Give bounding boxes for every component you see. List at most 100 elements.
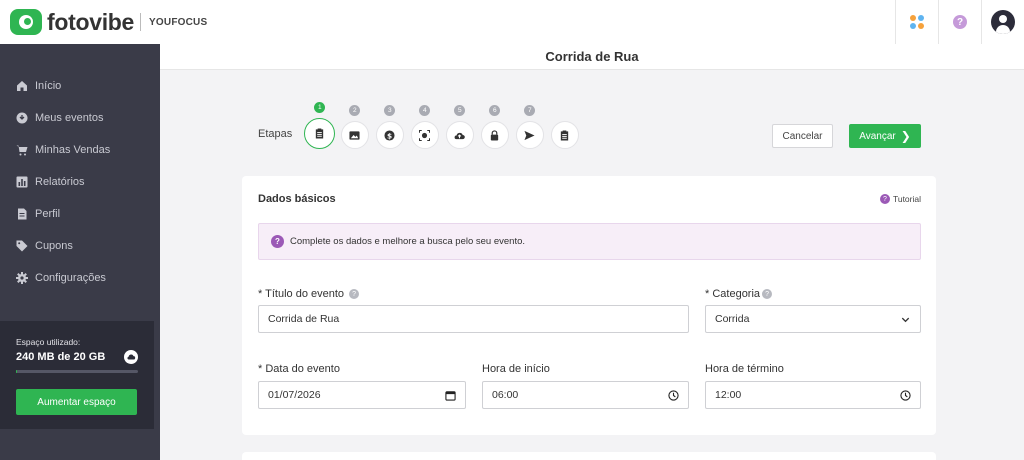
category-label: * Categoria ?: [705, 288, 773, 300]
storage-value: 240 MB de 20 GB: [16, 351, 106, 363]
storage-label: Espaço utilizado:: [16, 337, 81, 347]
event-title-input[interactable]: Corrida de Rua: [258, 305, 689, 333]
event-date-label-text: * Data do evento: [258, 363, 340, 375]
sidebar-item-label: Início: [35, 80, 62, 92]
home-icon: [16, 80, 28, 92]
step-2[interactable]: 2: [337, 105, 372, 149]
chevron-right-icon: ❯: [900, 129, 911, 143]
face-scan-icon: [410, 121, 439, 149]
sidebar-item-meus-eventos[interactable]: Meus eventos: [0, 102, 160, 134]
event-title-value: Corrida de Rua: [268, 313, 340, 325]
step-number: 2: [349, 105, 361, 116]
increase-storage-button[interactable]: Aumentar espaço: [16, 389, 137, 415]
sidebar-item-relatorios[interactable]: Relatórios: [0, 166, 160, 198]
brand-logo[interactable]: fotovibe YOUFOCUS: [10, 9, 207, 36]
steps-bar: Etapas 1 2 3 $ 4 5 6 7: [258, 102, 582, 149]
brand-name: fotovibe: [47, 8, 135, 35]
next-button[interactable]: Avançar ❯: [849, 124, 921, 148]
sidebar: Início Meus eventos Minhas Vendas Relató…: [0, 44, 160, 460]
storage-progress-fill: [16, 370, 18, 373]
clipboard-icon: [550, 121, 579, 149]
image-icon: [340, 121, 369, 149]
step-8[interactable]: [547, 105, 582, 149]
help-icon: ?: [953, 15, 967, 29]
chart-icon: [16, 176, 28, 188]
gear-icon: [16, 272, 28, 284]
sidebar-item-label: Perfil: [35, 208, 61, 220]
page-header: Corrida de Rua: [160, 44, 1024, 70]
category-select[interactable]: Corrida: [705, 305, 921, 333]
step-number: 7: [524, 105, 536, 116]
cloud-upload-icon: [445, 121, 474, 149]
help-button[interactable]: ?: [938, 0, 981, 44]
help-icon[interactable]: ?: [349, 289, 360, 299]
apps-grid-icon: [910, 15, 924, 29]
next-button-label: Avançar: [859, 130, 896, 142]
profile-icon: [16, 208, 28, 220]
step-5[interactable]: 5: [442, 105, 477, 149]
end-time-value: 12:00: [715, 389, 742, 401]
event-date-input[interactable]: 01/07/2026: [258, 381, 466, 409]
step-number: 1: [314, 102, 326, 113]
step-6[interactable]: 6: [477, 105, 512, 149]
start-time-label-text: Hora de início: [482, 363, 550, 375]
category-label-text: * Categoria: [705, 288, 761, 300]
sidebar-item-label: Minhas Vendas: [35, 144, 111, 156]
sidebar-item-inicio[interactable]: Início: [0, 70, 160, 102]
start-time-input[interactable]: 06:00: [482, 381, 689, 409]
info-banner: ? Complete os dados e melhore a busca pe…: [258, 223, 921, 260]
tutorial-link[interactable]: ? Tutorial: [879, 194, 921, 204]
event-title-label-text: * Título do evento: [258, 288, 345, 300]
tutorial-label: Tutorial: [892, 194, 921, 204]
apps-button[interactable]: [895, 0, 938, 44]
step-number: 5: [454, 105, 466, 116]
sidebar-item-cupons[interactable]: Cupons: [0, 230, 160, 262]
end-time-input[interactable]: 12:00: [705, 381, 921, 409]
sidebar-item-label: Relatórios: [35, 176, 85, 188]
user-menu-button[interactable]: [981, 0, 1024, 44]
step-1[interactable]: 1: [302, 102, 337, 149]
sidebar-item-perfil[interactable]: Perfil: [0, 198, 160, 230]
step-number: 3: [384, 105, 396, 116]
brand-sub: YOUFOCUS: [149, 16, 208, 28]
step-number: 4: [419, 105, 431, 116]
calendar-icon[interactable]: [445, 390, 456, 401]
clock-icon[interactable]: [668, 389, 679, 401]
event-date-label: * Data do evento: [258, 363, 340, 375]
help-icon: ?: [271, 235, 284, 248]
basic-data-card: Dados básicos ? Tutorial ? Complete os d…: [242, 176, 936, 435]
category-value: Corrida: [715, 313, 750, 325]
logo-divider: [140, 13, 142, 31]
lock-icon: [480, 121, 509, 149]
cancel-button[interactable]: Cancelar: [772, 124, 833, 148]
clock-icon[interactable]: [900, 389, 911, 401]
sidebar-item-minhas-vendas[interactable]: Minhas Vendas: [0, 134, 160, 166]
send-icon: [515, 121, 544, 149]
dollar-icon: $: [375, 121, 404, 149]
sidebar-item-label: Meus eventos: [35, 112, 104, 124]
step-4[interactable]: 4: [407, 105, 442, 149]
svg-text:$: $: [387, 131, 392, 140]
info-text: Complete os dados e melhore a busca pelo…: [290, 236, 526, 247]
storage-progress-bar: [16, 370, 138, 373]
next-section-card: [242, 452, 936, 460]
step-3[interactable]: 3 $: [372, 105, 407, 149]
end-time-label: Hora de término: [705, 363, 784, 375]
avatar: [991, 10, 1015, 34]
clipboard-icon: [304, 118, 336, 149]
card-title: Dados básicos: [258, 193, 336, 205]
step-7[interactable]: 7: [512, 105, 547, 149]
step-number: 6: [489, 105, 501, 116]
events-icon: [16, 112, 28, 124]
start-time-label: Hora de início: [482, 363, 550, 375]
event-date-value: 01/07/2026: [268, 389, 321, 401]
cloud-icon: [124, 350, 138, 364]
help-icon[interactable]: ?: [762, 289, 773, 299]
chevron-down-icon: [901, 317, 910, 322]
help-icon: ?: [879, 194, 890, 204]
logo-icon: [10, 9, 42, 35]
sidebar-item-label: Cupons: [35, 240, 73, 252]
tag-icon: [16, 240, 28, 252]
cart-icon: [16, 144, 28, 156]
sidebar-item-configuracoes[interactable]: Configurações: [0, 262, 160, 294]
